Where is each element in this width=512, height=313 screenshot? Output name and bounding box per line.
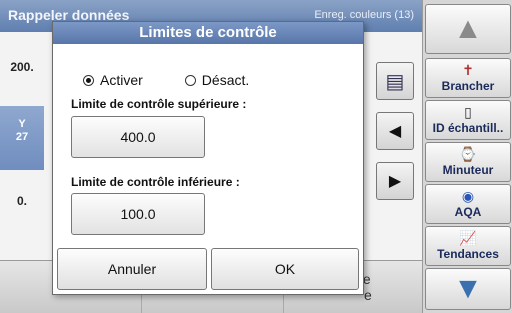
row-selected-line1: Y: [18, 118, 26, 130]
trends-label: Tendances: [437, 247, 499, 261]
trend-chart-icon: 📈: [459, 230, 477, 246]
right-toolbar: ▲ ✝ Brancher ▯ ID échantill.. ⌚ Minuteur…: [422, 0, 512, 313]
radio-unselected-icon: [184, 74, 196, 86]
enable-radio-group: Activer Désact.: [83, 72, 291, 88]
connect-button[interactable]: ✝ Brancher: [425, 58, 511, 98]
radio-selected-icon: [83, 74, 94, 86]
aqa-label: AQA: [454, 205, 482, 219]
cancel-button[interactable]: Annuler: [57, 248, 207, 290]
lower-limit-input[interactable]: 100.0: [71, 193, 205, 235]
timer-label: Minuteur: [442, 163, 494, 177]
row-value-3: 0.: [16, 194, 27, 208]
trends-button[interactable]: 📈 Tendances: [425, 226, 511, 266]
lower-limit-label: Limite de contrôle inférieure :: [71, 175, 240, 189]
next-button[interactable]: ▶: [376, 162, 414, 200]
timer-button[interactable]: ⌚ Minuteur: [425, 142, 511, 182]
data-view-button[interactable]: ▤: [376, 62, 414, 100]
row-value-1: 200.: [10, 60, 34, 74]
dialog-title: Limites de contrôle: [53, 22, 363, 44]
radio-activate-label: Activer: [100, 72, 143, 88]
document-icon: ▤: [385, 70, 405, 93]
arrow-left-icon: ◀: [388, 123, 402, 140]
control-limits-dialog: Limites de contrôle Activer Désact. Limi…: [52, 21, 364, 295]
person-icon: ✝: [462, 62, 474, 78]
vial-icon: ▯: [464, 104, 472, 120]
row-selected[interactable]: Y 27: [0, 106, 44, 170]
timer-icon: ⌚: [459, 146, 477, 162]
upper-limit-label: Limite de contrôle supérieure :: [71, 97, 247, 111]
ok-button[interactable]: OK: [211, 248, 359, 290]
radio-deactivate[interactable]: Désact.: [184, 72, 250, 88]
radio-deactivate-label: Désact.: [201, 72, 250, 88]
arrow-right-icon: ▶: [388, 173, 402, 190]
aqa-button[interactable]: ◉ AQA: [425, 184, 511, 224]
screen-subtitle: Enreg. couleurs (13): [314, 9, 414, 21]
sample-id-label: ID échantill..: [432, 121, 504, 135]
previous-button[interactable]: ◀: [376, 112, 414, 150]
sample-id-button[interactable]: ▯ ID échantill..: [425, 100, 511, 140]
arrow-up-icon: ▲: [453, 12, 483, 45]
scroll-up-button[interactable]: ▲: [425, 4, 511, 54]
row-selected-line2: 27: [15, 131, 29, 143]
scroll-down-button[interactable]: ▼: [425, 268, 511, 310]
upper-limit-input[interactable]: 400.0: [71, 116, 205, 158]
connect-label: Brancher: [441, 79, 495, 93]
aqa-icon: ◉: [461, 188, 475, 204]
arrow-down-icon: ▼: [453, 272, 483, 305]
radio-activate[interactable]: Activer: [83, 72, 143, 88]
